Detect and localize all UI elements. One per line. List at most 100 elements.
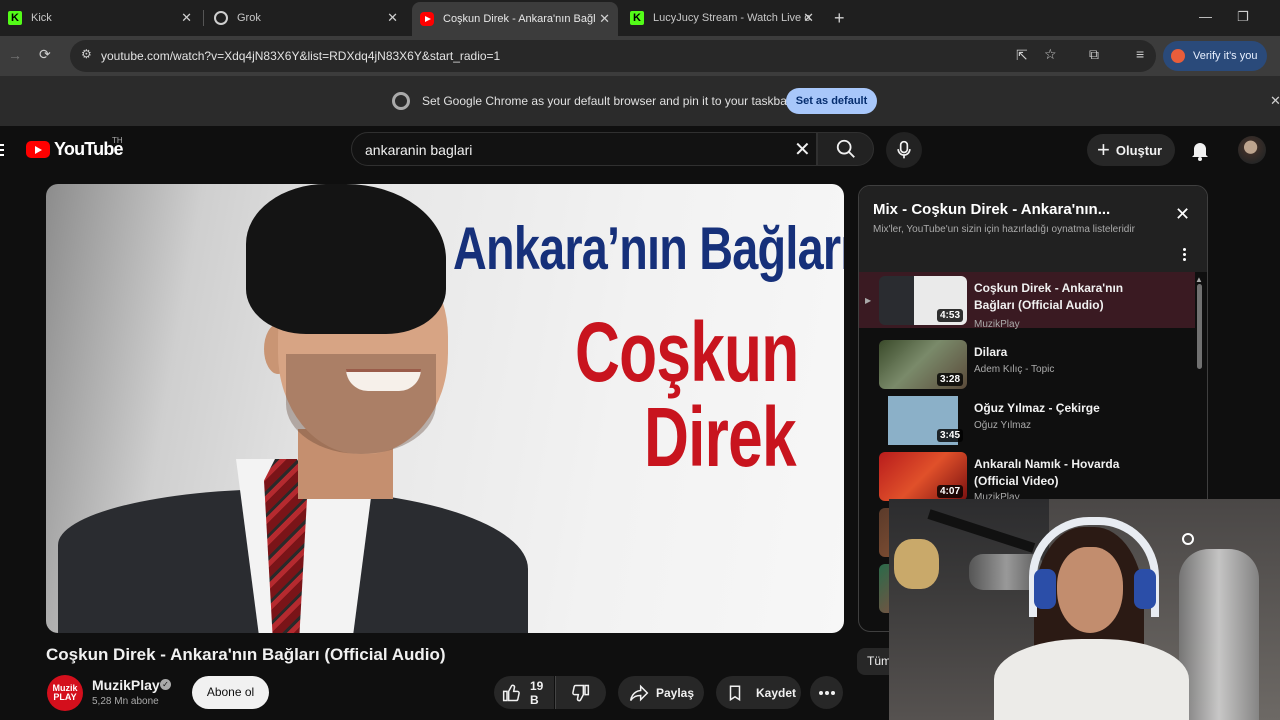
set-as-default-button[interactable]: Set as default xyxy=(786,88,877,114)
voice-search-button[interactable] xyxy=(886,132,922,168)
playlist-scrollbar[interactable] xyxy=(1197,284,1202,369)
scroll-up-icon[interactable]: ▲ xyxy=(1195,275,1203,284)
infobar-message: Set Google Chrome as your default browse… xyxy=(422,94,791,108)
chrome-logo-icon xyxy=(392,92,410,110)
thumbnail-artist-first: Coşkun xyxy=(575,305,799,399)
playlist-title[interactable]: Mix - Coşkun Direk - Ankara'nın... xyxy=(873,201,1110,218)
video-thumbnail: 4:07 xyxy=(879,452,967,501)
search-button[interactable] xyxy=(817,132,874,166)
channel-name[interactable]: MuzikPlay xyxy=(92,677,160,693)
media-controls-icon[interactable]: ≡ xyxy=(1136,46,1144,62)
clear-search-icon[interactable]: ✕ xyxy=(794,137,811,162)
create-label: Oluştur xyxy=(1115,142,1163,158)
close-icon[interactable]: ✕ xyxy=(599,11,610,27)
notifications-bell-icon[interactable] xyxy=(1188,138,1212,162)
verified-badge-icon: ✓ xyxy=(160,679,171,690)
save-label: Kaydet xyxy=(756,685,797,700)
playlist-item[interactable]: 3:28 Dilara Adem Kılıç - Topic xyxy=(859,336,1195,392)
thumbnail-artist-last: Direk xyxy=(644,390,797,484)
bookmark-icon xyxy=(729,685,741,701)
verify-profile-button[interactable]: Verify it's you xyxy=(1163,41,1267,71)
webcam-ring-light xyxy=(1182,533,1194,545)
share-button[interactable]: Paylaş xyxy=(618,676,704,709)
close-icon[interactable]: ✕ xyxy=(803,10,814,26)
like-button[interactable]: 19 B xyxy=(494,676,554,709)
profile-avatar-icon xyxy=(1171,49,1185,63)
reload-icon[interactable]: ⟳ xyxy=(39,46,51,63)
menu-icon[interactable] xyxy=(0,144,4,159)
webcam-overlay xyxy=(889,499,1280,720)
new-tab-button[interactable]: + xyxy=(834,9,845,27)
kick-icon: K xyxy=(630,11,644,25)
account-avatar[interactable] xyxy=(1238,136,1266,164)
playlist-item-title: Oğuz Yılmaz - Çekirge xyxy=(974,401,1100,415)
webcam-headphones-right xyxy=(1134,569,1156,609)
channel-avatar[interactable]: Muzik PLAY xyxy=(47,675,83,711)
more-vertical-icon[interactable] xyxy=(1183,248,1187,263)
plus-icon: + xyxy=(1097,137,1110,162)
url-text[interactable]: youtube.com/watch?v=Xdq4jN83X6Y&list=RDX… xyxy=(101,49,500,63)
playlist-item-title: Ankaralı Namık - Hovarda (Official Video… xyxy=(974,457,1120,488)
duration-badge: 4:07 xyxy=(936,485,963,498)
thumbnail-figure-hair xyxy=(246,184,446,334)
playlist-item[interactable]: 4:07 Ankaralı Namık - Hovarda (Official … xyxy=(859,448,1195,504)
microphone-icon xyxy=(897,140,911,159)
youtube-icon xyxy=(420,12,434,26)
tab-title: LucyJucy Stream - Watch Live o xyxy=(653,12,811,24)
back-icon[interactable]: → xyxy=(8,47,22,63)
subscribe-button[interactable]: Abone ol xyxy=(192,676,269,709)
webcam-chair xyxy=(1179,549,1259,720)
browser-tab-strip: K Kick ✕ Grok ✕ Coşkun Direk - Ankara'nı… xyxy=(0,0,1280,36)
tab-separator xyxy=(203,10,204,26)
video-thumbnail: 3:28 xyxy=(879,340,967,389)
more-actions-button[interactable] xyxy=(810,676,843,709)
now-playing-icon: ▶ xyxy=(865,296,872,305)
verify-label: Verify it's you xyxy=(1193,50,1258,62)
duration-badge: 3:45 xyxy=(936,429,963,442)
video-title: Coşkun Direk - Ankara'nın Bağları (Offic… xyxy=(46,645,446,664)
close-icon[interactable]: ✕ xyxy=(387,10,398,26)
playlist-item[interactable]: 3:45 Oğuz Yılmaz - Çekirge Oğuz Yılmaz xyxy=(859,392,1195,448)
grok-icon xyxy=(214,11,228,25)
video-player[interactable]: Ankara’nın Bağları Coşkun Direk xyxy=(46,184,844,633)
extensions-icon[interactable]: ⧉ xyxy=(1089,46,1099,63)
share-icon xyxy=(629,684,649,701)
tab-lucyjucy[interactable]: K LucyJucy Stream - Watch Live o ✕ xyxy=(622,4,822,32)
bookmark-star-icon[interactable]: ☆ xyxy=(1044,46,1057,63)
dislike-button[interactable] xyxy=(555,676,606,709)
youtube-masthead: YouTube TH ankaranin baglari ✕ + Oluştur xyxy=(0,126,1280,174)
tab-kick[interactable]: K Kick ✕ xyxy=(0,4,200,32)
tab-title: Coşkun Direk - Ankara'nın Bağl xyxy=(443,13,596,25)
search-query[interactable]: ankaranin baglari xyxy=(365,142,472,158)
webcam-person-shirt xyxy=(994,639,1189,720)
tab-grok[interactable]: Grok ✕ xyxy=(206,4,406,32)
site-info-icon[interactable]: ⚙ xyxy=(81,47,92,61)
subscriber-count: 5,28 Mn abone xyxy=(92,696,159,707)
tab-title: Grok xyxy=(237,12,261,24)
restore-button[interactable]: ❐ xyxy=(1237,9,1249,25)
playlist-item-title: Coşkun Direk - Ankara'nın Bağları (Offic… xyxy=(974,281,1124,312)
playlist-item[interactable]: ▶ 4:53 Coşkun Direk - Ankara'nın Bağları… xyxy=(859,272,1195,330)
minimize-button[interactable]: — xyxy=(1199,9,1212,24)
install-app-icon[interactable]: ⇱ xyxy=(1016,47,1028,64)
address-bar[interactable]: ⚙ youtube.com/watch?v=Xdq4jN83X6Y&list=R… xyxy=(70,40,1156,72)
default-browser-infobar: Set Google Chrome as your default browse… xyxy=(0,76,1280,126)
thumbs-up-icon xyxy=(502,684,520,701)
video-thumbnail: 4:53 xyxy=(879,276,967,325)
search-input[interactable]: ankaranin baglari ✕ xyxy=(351,132,817,166)
close-icon[interactable]: ✕ xyxy=(1270,93,1280,109)
browser-toolbar: → ⟳ ⚙ youtube.com/watch?v=Xdq4jN83X6Y&li… xyxy=(0,36,1280,76)
youtube-logo-icon[interactable] xyxy=(26,141,50,158)
tab-youtube[interactable]: Coşkun Direk - Ankara'nın Bağl ✕ xyxy=(412,2,618,36)
create-button[interactable]: + Oluştur xyxy=(1087,134,1175,166)
close-icon[interactable]: ✕ xyxy=(181,10,192,26)
webcam-shelf-object xyxy=(894,539,939,589)
close-icon[interactable]: ✕ xyxy=(1175,204,1190,225)
save-button[interactable]: Kaydet xyxy=(716,676,801,709)
playlist-item-title: Dilara xyxy=(974,345,1008,359)
webcam-mic-arm xyxy=(927,509,1036,553)
search-icon xyxy=(836,139,855,158)
thumbs-down-icon xyxy=(572,684,590,701)
share-label: Paylaş xyxy=(656,685,695,700)
thumbnail-song-title: Ankara’nın Bağları xyxy=(453,215,844,282)
